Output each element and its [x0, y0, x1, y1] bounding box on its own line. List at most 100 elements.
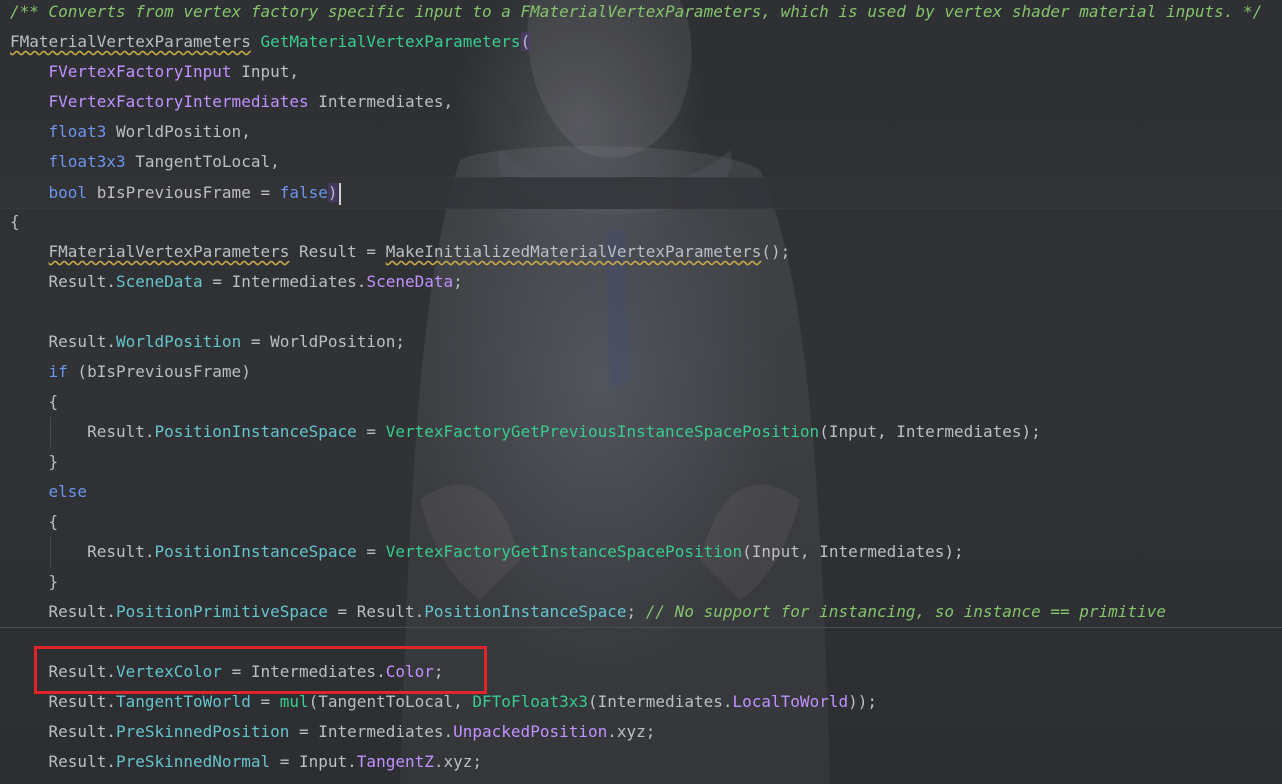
code-token: FMaterialVertexParameters — [48, 242, 290, 261]
code-line[interactable]: Result.PositionPrimitiveSpace = Result.P… — [0, 597, 1282, 628]
code-text: else — [10, 477, 88, 507]
code-line[interactable]: Result.PreSkinnedPosition = Intermediate… — [0, 717, 1282, 747]
code-text: if (bIsPreviousFrame) — [10, 357, 251, 387]
code-line[interactable]: Result.PositionInstanceSpace = VertexFac… — [0, 537, 1282, 567]
code-token: FVertexFactoryInput — [48, 62, 232, 81]
code-line[interactable]: { — [0, 387, 1282, 417]
code-token: MakeInitializedMaterialVertexParameters — [385, 242, 762, 261]
code-text: Result.PreSkinnedNormal = Input.TangentZ… — [10, 747, 483, 777]
code-line[interactable]: FMaterialVertexParameters Result = MakeI… — [0, 237, 1282, 267]
code-token: .xyz; — [433, 752, 483, 771]
code-token: Result. — [10, 752, 116, 771]
code-token: PositionInstanceSpace — [154, 422, 357, 441]
code-token: TangentToWorld — [115, 692, 251, 711]
code-text: Result.PositionInstanceSpace = VertexFac… — [10, 537, 964, 567]
code-text: { — [10, 387, 59, 417]
code-text: float3x3 TangentToLocal, — [10, 147, 280, 177]
code-token: = Input. — [270, 752, 357, 771]
code-token: .xyz; — [607, 722, 656, 741]
code-text: } — [10, 447, 59, 477]
code-line[interactable]: float3x3 TangentToLocal, — [0, 147, 1282, 177]
code-token: = Result. — [327, 602, 425, 621]
code-token: else — [48, 482, 88, 501]
code-token: = — [250, 692, 280, 711]
code-line[interactable]: /** Converts from vertex factory specifi… — [0, 0, 1282, 27]
code-line[interactable]: FMaterialVertexParameters GetMaterialVer… — [0, 27, 1282, 57]
code-token: { — [10, 212, 20, 231]
code-line[interactable]: bool bIsPreviousFrame = false) — [0, 177, 1282, 209]
code-line[interactable]: Result.SceneData = Intermediates.SceneDa… — [0, 267, 1282, 297]
code-text: Result.SceneData = Intermediates.SceneDa… — [10, 267, 463, 297]
code-token: // No support for instancing, so instanc… — [645, 602, 1166, 621]
code-line[interactable]: else — [0, 477, 1282, 507]
code-text: Result.PreSkinnedPosition = Intermediate… — [10, 717, 656, 747]
code-token: } — [10, 452, 59, 471]
code-token: (Input, Intermediates); — [742, 542, 964, 561]
code-token: Result. — [10, 722, 116, 741]
code-text: { — [10, 207, 20, 237]
code-token: Result. — [10, 332, 116, 351]
code-line[interactable]: } — [0, 567, 1282, 597]
code-text: } — [10, 567, 59, 597]
code-line[interactable]: Result.WorldPosition = WorldPosition; — [0, 327, 1282, 357]
code-token: Result. — [10, 692, 116, 711]
code-token: VertexFactoryGetInstanceSpacePosition — [385, 542, 743, 561]
code-line[interactable]: if (bIsPreviousFrame) — [0, 357, 1282, 387]
code-token: float3 — [48, 122, 107, 141]
code-token: = Intermediates. — [202, 272, 367, 291]
code-token: TangentToLocal, — [125, 152, 280, 171]
code-token: PreSkinnedNormal — [115, 752, 271, 771]
code-line[interactable]: { — [0, 207, 1282, 237]
code-token: Input, — [231, 62, 299, 81]
code-token: PositionInstanceSpace — [424, 602, 627, 621]
code-text: Result.WorldPosition = WorldPosition; — [10, 327, 405, 357]
code-line[interactable] — [0, 297, 1282, 327]
code-token: WorldPosition — [115, 332, 242, 351]
code-line[interactable]: FVertexFactoryIntermediates Intermediate… — [0, 87, 1282, 117]
code-text: FMaterialVertexParameters GetMaterialVer… — [10, 27, 531, 57]
code-token: LocalToWorld — [732, 692, 849, 711]
code-token: Result. — [10, 272, 116, 291]
code-line[interactable]: FVertexFactoryInput Input, — [0, 57, 1282, 87]
text-caret — [338, 182, 341, 205]
code-text: float3 WorldPosition, — [10, 117, 251, 147]
code-line[interactable]: { — [0, 507, 1282, 537]
code-token: = — [356, 542, 386, 561]
code-editor[interactable]: /** Converts from vertex factory specifi… — [0, 0, 1282, 784]
code-token: (Intermediates. — [588, 692, 733, 711]
code-token: = WorldPosition; — [241, 332, 405, 351]
code-token: SceneData — [366, 272, 454, 291]
code-text: /** Converts from vertex factory specifi… — [10, 0, 1262, 27]
code-line[interactable]: Result.PreSkinnedNormal = Input.TangentZ… — [0, 747, 1282, 777]
code-token: (TangentToLocal, — [308, 692, 473, 711]
code-token: Result = — [289, 242, 386, 261]
code-token: = — [356, 422, 386, 441]
code-line[interactable]: Result.PositionInstanceSpace = VertexFac… — [0, 417, 1282, 447]
code-token: ; — [626, 602, 646, 621]
code-text: { — [10, 507, 59, 537]
code-token: PositionInstanceSpace — [154, 542, 357, 561]
code-text: FVertexFactoryInput Input, — [10, 57, 299, 87]
code-token: Result. — [10, 542, 155, 561]
code-token: } — [10, 572, 59, 591]
code-token: TangentZ — [356, 752, 434, 771]
code-line[interactable]: float3 WorldPosition, — [0, 117, 1282, 147]
code-token: /** Converts from vertex factory specifi… — [10, 2, 1263, 21]
code-token: { — [10, 392, 59, 411]
code-line[interactable]: } — [0, 447, 1282, 477]
code-token: PreSkinnedPosition — [115, 722, 290, 741]
code-token: )); — [848, 692, 877, 711]
code-token: UnpackedPosition — [453, 722, 608, 741]
red-highlight-box — [34, 646, 487, 694]
code-token: float3x3 — [48, 152, 126, 171]
code-text: FMaterialVertexParameters Result = MakeI… — [10, 237, 791, 267]
code-token: ( — [520, 32, 531, 51]
